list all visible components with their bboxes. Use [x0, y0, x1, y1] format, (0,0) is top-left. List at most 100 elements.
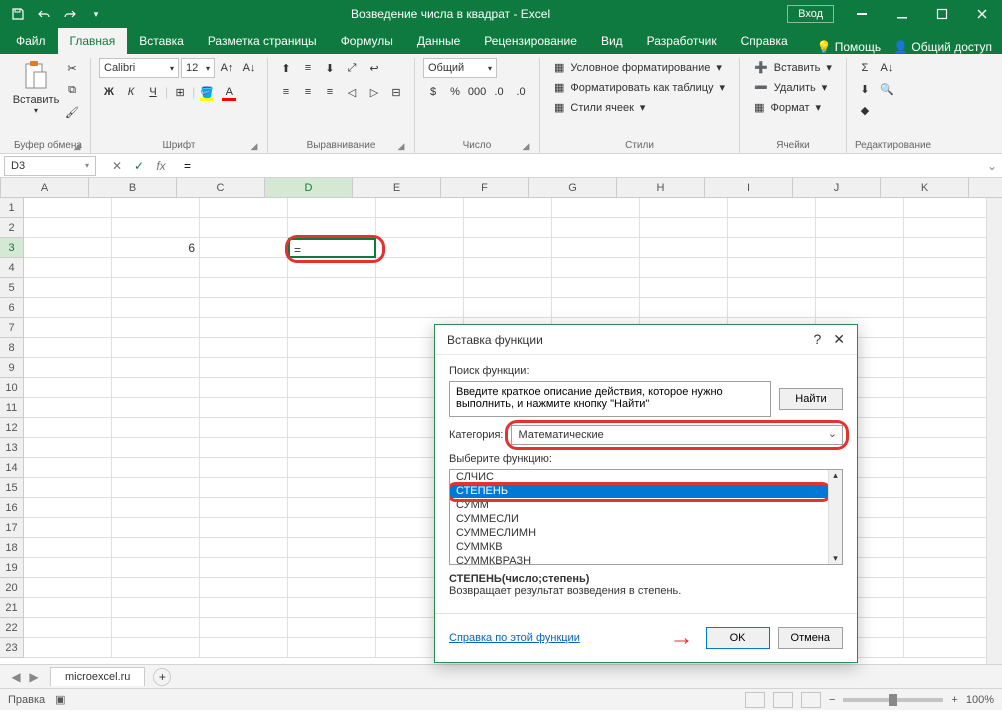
cell[interactable]	[24, 618, 112, 638]
undo-icon[interactable]	[34, 4, 54, 24]
cell[interactable]	[24, 358, 112, 378]
cell[interactable]	[728, 218, 816, 238]
cell[interactable]	[376, 218, 464, 238]
cell[interactable]	[552, 298, 640, 318]
column-header[interactable]: K	[881, 178, 969, 198]
bold-button[interactable]: Ж	[99, 82, 119, 102]
cell[interactable]	[904, 558, 992, 578]
cell[interactable]	[904, 358, 992, 378]
cell[interactable]	[376, 278, 464, 298]
cell[interactable]	[904, 298, 992, 318]
row-header[interactable]: 14	[0, 458, 24, 478]
cell[interactable]	[816, 298, 904, 318]
decrease-decimal-icon[interactable]: .0	[511, 82, 531, 102]
ok-button[interactable]: OK	[706, 627, 770, 649]
cell[interactable]	[288, 378, 376, 398]
qat-dropdown-icon[interactable]: ▾	[86, 4, 106, 24]
column-header[interactable]: H	[617, 178, 705, 198]
share-button[interactable]: 👤 Общий доступ	[893, 40, 992, 54]
cell[interactable]	[112, 378, 200, 398]
orientation-icon[interactable]: ⤢	[342, 58, 362, 78]
fill-icon[interactable]: ⬇	[855, 79, 875, 99]
cell[interactable]	[200, 478, 288, 498]
cell[interactable]	[200, 238, 288, 258]
cell[interactable]	[112, 618, 200, 638]
cell[interactable]	[24, 238, 112, 258]
cell[interactable]	[904, 198, 992, 218]
cell[interactable]	[112, 418, 200, 438]
function-help-link[interactable]: Справка по этой функции	[449, 632, 580, 644]
cell[interactable]	[112, 318, 200, 338]
align-left-icon[interactable]: ≡	[276, 82, 296, 102]
cell[interactable]	[200, 298, 288, 318]
row-header[interactable]: 1	[0, 198, 24, 218]
align-bottom-icon[interactable]: ⬇	[320, 58, 340, 78]
cell[interactable]	[24, 598, 112, 618]
cell[interactable]	[552, 258, 640, 278]
zoom-slider[interactable]	[843, 698, 943, 702]
cell[interactable]	[288, 318, 376, 338]
cell[interactable]	[200, 498, 288, 518]
cell[interactable]	[288, 438, 376, 458]
tab-layout[interactable]: Разметка страницы	[196, 28, 329, 54]
cell[interactable]	[376, 198, 464, 218]
wrap-text-icon[interactable]: ↩	[364, 58, 384, 78]
cell[interactable]	[288, 638, 376, 658]
zoom-out-icon[interactable]: −	[829, 694, 835, 706]
function-list[interactable]: СЛЧИССТЕПЕНЬСУММСУММЕСЛИСУММЕСЛИМНСУММКВ…	[449, 469, 843, 565]
cell[interactable]	[200, 638, 288, 658]
cell[interactable]	[904, 258, 992, 278]
tab-home[interactable]: Главная	[58, 28, 128, 54]
cell[interactable]	[464, 298, 552, 318]
tab-data[interactable]: Данные	[405, 28, 472, 54]
row-header[interactable]: 5	[0, 278, 24, 298]
cell[interactable]	[816, 258, 904, 278]
cell[interactable]	[288, 258, 376, 278]
cell[interactable]	[24, 338, 112, 358]
function-list-item[interactable]: СТЕПЕНЬ	[450, 484, 842, 498]
cell[interactable]	[112, 258, 200, 278]
tell-me[interactable]: 💡 Помощь	[816, 40, 881, 54]
insert-function-icon[interactable]: fx	[152, 157, 170, 175]
row-header[interactable]: 9	[0, 358, 24, 378]
cell[interactable]	[464, 198, 552, 218]
cell[interactable]	[816, 198, 904, 218]
column-header[interactable]: B	[89, 178, 177, 198]
tab-review[interactable]: Рецензирование	[472, 28, 589, 54]
cell[interactable]	[288, 498, 376, 518]
cell[interactable]	[288, 338, 376, 358]
cancel-formula-icon[interactable]: ✕	[108, 157, 126, 175]
function-list-scrollbar[interactable]: ▴ ▾	[828, 470, 842, 564]
cell[interactable]	[728, 238, 816, 258]
vertical-scrollbar[interactable]	[986, 198, 1002, 664]
sort-filter-icon[interactable]: A↓	[877, 58, 897, 78]
paste-button[interactable]: Вставить ▾	[14, 58, 58, 115]
cell[interactable]	[552, 278, 640, 298]
view-page-layout-icon[interactable]	[773, 692, 793, 708]
cell[interactable]	[552, 218, 640, 238]
increase-indent-icon[interactable]: ▷	[364, 82, 384, 102]
autosum-icon[interactable]: Σ	[855, 58, 875, 78]
column-header[interactable]: D	[265, 178, 353, 198]
cell[interactable]	[24, 518, 112, 538]
clipboard-launcher[interactable]: ◢	[72, 141, 82, 151]
cell[interactable]	[904, 418, 992, 438]
add-sheet-button[interactable]: +	[153, 668, 171, 686]
cell[interactable]	[288, 618, 376, 638]
function-list-item[interactable]: СУММКВРАЗН	[450, 554, 842, 565]
tab-formulas[interactable]: Формулы	[329, 28, 405, 54]
tab-view[interactable]: Вид	[589, 28, 635, 54]
cell[interactable]	[200, 458, 288, 478]
cell[interactable]	[112, 398, 200, 418]
cell[interactable]	[640, 238, 728, 258]
cell[interactable]	[288, 418, 376, 438]
cell[interactable]	[640, 278, 728, 298]
alignment-launcher[interactable]: ◢	[396, 141, 406, 151]
cell[interactable]	[200, 218, 288, 238]
delete-cells-button[interactable]: ➖Удалить ▾	[748, 78, 838, 97]
sheet-nav-next-icon[interactable]: ▶	[26, 669, 42, 685]
cell[interactable]	[24, 638, 112, 658]
cell[interactable]	[376, 238, 464, 258]
cell[interactable]	[464, 258, 552, 278]
cell[interactable]	[24, 398, 112, 418]
